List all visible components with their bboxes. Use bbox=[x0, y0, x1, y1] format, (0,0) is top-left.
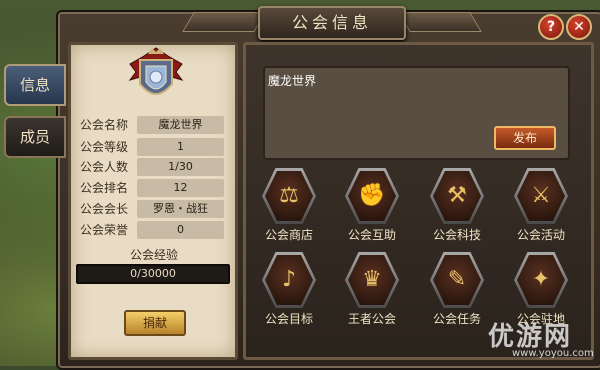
feature-guild-help[interactable]: ✊ 公会互助 bbox=[336, 168, 408, 248]
close-button[interactable]: ✕ bbox=[566, 14, 592, 40]
question-icon: ? bbox=[546, 19, 556, 35]
feature-guild-quest[interactable]: ✎ 公会任务 bbox=[421, 252, 493, 332]
feature-guild-activity[interactable]: ⚔ 公会活动 bbox=[505, 168, 577, 248]
guild-leader-row: 公会会长 罗恩・战狂 bbox=[80, 200, 226, 218]
feature-guild-shop[interactable]: ⚖ 公会商店 bbox=[253, 168, 325, 248]
guild-level-label: 公会等级 bbox=[80, 140, 129, 154]
guild-level-row: 公会等级 1 bbox=[80, 138, 226, 156]
guild-honor-row: 公会荣誉 0 bbox=[80, 221, 226, 239]
guild-name-value: 魔龙世界 bbox=[137, 116, 224, 134]
guild-members-row: 公会人数 1/30 bbox=[80, 158, 226, 176]
feature-guild-tech[interactable]: ⚒ 公会科技 bbox=[421, 168, 493, 248]
horn-icon: ♪ bbox=[281, 267, 297, 292]
feature-label: 公会活动 bbox=[516, 228, 565, 242]
activity-icon: ⚔ bbox=[531, 183, 551, 208]
guild-members-label: 公会人数 bbox=[80, 160, 129, 174]
close-icon: ✕ bbox=[573, 19, 585, 35]
help-button[interactable]: ? bbox=[538, 14, 564, 40]
guild-exp-label: 公会经验 bbox=[130, 248, 179, 262]
guild-notice-text: 魔龙世界 bbox=[268, 74, 317, 88]
guild-rank-value: 12 bbox=[137, 179, 224, 197]
guild-leader-label: 公会会长 bbox=[80, 202, 129, 216]
handshake-icon: ✊ bbox=[358, 183, 386, 208]
tech-icon: ⚒ bbox=[447, 183, 467, 208]
title-plate: 公会信息 bbox=[258, 6, 406, 40]
feature-label: 公会互助 bbox=[347, 228, 396, 242]
map-icon: ✦ bbox=[531, 267, 551, 292]
shop-icon: ⚖ bbox=[279, 183, 299, 208]
crown-icon: ♛ bbox=[362, 267, 382, 292]
guild-members-value: 1/30 bbox=[137, 158, 224, 176]
site-watermark: 优游网 www.yoyou.com bbox=[488, 316, 598, 364]
title-wing-left bbox=[182, 12, 266, 32]
guild-name-label: 公会名称 bbox=[80, 118, 129, 132]
publish-button[interactable]: 发布 bbox=[494, 126, 556, 150]
feature-label: 公会任务 bbox=[432, 312, 481, 326]
guild-honor-label: 公会荣誉 bbox=[80, 223, 129, 237]
scroll-icon: ✎ bbox=[447, 267, 467, 292]
window-title: 公会信息 bbox=[291, 13, 372, 32]
feature-label: 公会科技 bbox=[432, 228, 481, 242]
guild-exp-text: 0/30000 bbox=[130, 267, 176, 280]
guild-level-value: 1 bbox=[137, 138, 224, 156]
guild-exp-bar: 0/30000 bbox=[76, 264, 230, 284]
watermark-url: www.yoyou.com bbox=[512, 348, 594, 359]
feature-label: 公会目标 bbox=[264, 312, 313, 326]
feature-label: 王者公会 bbox=[347, 312, 396, 326]
feature-label: 公会商店 bbox=[264, 228, 313, 242]
guild-emblem-icon bbox=[128, 47, 184, 95]
guild-rank-label: 公会排名 bbox=[80, 181, 129, 195]
tab-members[interactable]: 成员 bbox=[4, 116, 66, 158]
tab-info[interactable]: 信息 bbox=[4, 64, 66, 106]
guild-name-row: 公会名称 魔龙世界 bbox=[80, 116, 226, 134]
donate-button[interactable]: 捐献 bbox=[124, 310, 186, 336]
guild-rank-row: 公会排名 12 bbox=[80, 179, 226, 197]
guild-honor-value: 0 bbox=[137, 221, 224, 239]
feature-king-guild[interactable]: ♛ 王者公会 bbox=[336, 252, 408, 332]
title-wing-right bbox=[398, 12, 482, 32]
feature-guild-goal[interactable]: ♪ 公会目标 bbox=[253, 252, 325, 332]
guild-leader-value: 罗恩・战狂 bbox=[137, 200, 224, 218]
